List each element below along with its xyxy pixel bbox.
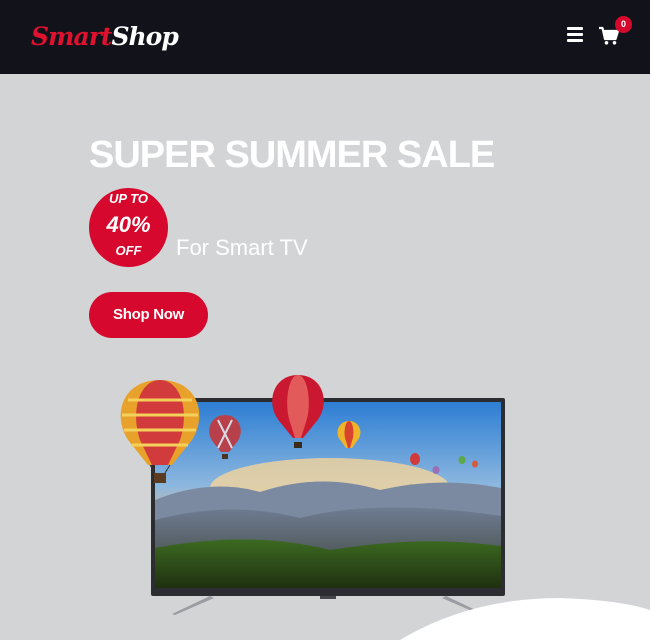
- logo-text-smart: Smart: [31, 22, 112, 51]
- smart-tv-with-hot-air-balloons-image: [120, 375, 650, 640]
- discount-badge: UP TO 40% OFF: [89, 188, 168, 267]
- hero-title: SUPER SUMMER SALE: [89, 134, 495, 176]
- hamburger-menu-icon[interactable]: [566, 26, 586, 44]
- shop-now-button[interactable]: Shop Now: [89, 292, 208, 338]
- hero-subtitle: For Smart TV: [176, 235, 308, 260]
- logo-text-shop: Shop: [111, 22, 178, 51]
- badge-up-to: UP TO: [108, 191, 148, 206]
- site-header: SmartShop 0: [0, 0, 650, 74]
- badge-percent: 40%: [106, 212, 151, 237]
- badge-off: OFF: [115, 243, 142, 258]
- cart-count-badge: 0: [615, 16, 632, 33]
- site-logo[interactable]: SmartShop: [31, 22, 179, 52]
